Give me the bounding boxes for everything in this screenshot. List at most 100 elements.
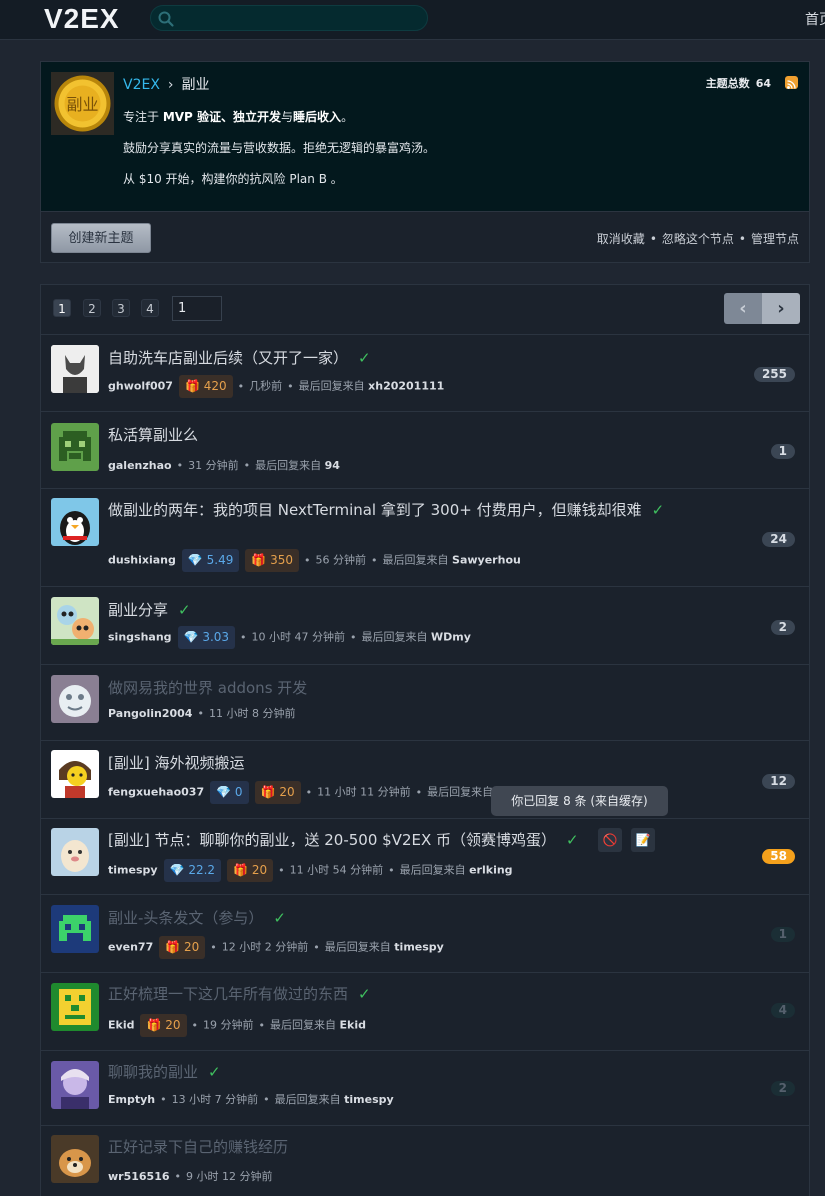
page-jump-input[interactable]: 1 (172, 296, 222, 321)
reply-count[interactable]: 12 (762, 774, 795, 789)
topic-title-text[interactable]: 正好记录下自己的赚钱经历 (108, 1138, 288, 1156)
topic-time: 19 分钟前 (203, 1018, 254, 1032)
gift-value: 20 (279, 785, 295, 799)
reply-count[interactable]: 1 (770, 927, 795, 942)
topic-time: 9 小时 12 分钟前 (186, 1170, 273, 1183)
coin-text: 副业 (66, 95, 98, 114)
topic-meta: fengxuehao037 💎 0 🎁 20 • 11 小时 11 分钟前 • 最后回复来自 (108, 781, 493, 804)
topic-title-text[interactable]: [副业] 海外视频搬运 (108, 754, 244, 772)
site-logo[interactable]: V2EX (44, 3, 120, 35)
topic-author[interactable]: Emptyh (108, 1093, 155, 1106)
topic-author[interactable]: fengxuehao037 (108, 786, 204, 799)
ignore-node-link[interactable]: 忽略这个节点 (662, 232, 734, 246)
reply-tooltip: 你已回复 8 条 (来自缓存) (491, 786, 668, 816)
topic-title-text[interactable]: 副业分享 (108, 601, 168, 619)
topic-title-text[interactable]: 做网易我的世界 addons 开发 (108, 679, 307, 697)
create-topic-button[interactable]: 创建新主题 (51, 223, 151, 253)
topic-title-text[interactable]: 正好梳理一下这几年所有做过的东西 (108, 985, 348, 1003)
reply-count[interactable]: 4 (770, 1003, 795, 1018)
avatar[interactable] (51, 828, 99, 876)
avatar[interactable] (51, 675, 99, 723)
search-input[interactable] (150, 5, 428, 31)
reply-count[interactable]: 24 (762, 532, 795, 547)
last-reply-user[interactable]: timespy (394, 941, 444, 954)
last-reply-user[interactable]: erlking (469, 864, 512, 877)
topic-author[interactable]: dushixiang (108, 554, 176, 567)
topic-title-text[interactable]: [副业] 节点：聊聊你的副业，送 20-500 $V2EX 币（领赛博鸡蛋） (108, 831, 556, 849)
topic-author[interactable]: even77 (108, 941, 153, 954)
topic-time: 11 小时 54 分钟前 (289, 863, 384, 877)
topic-title-text[interactable]: 自助洗车店副业后续（又开了一家） (108, 349, 348, 367)
topic-author[interactable]: ghwolf007 (108, 380, 173, 393)
reply-count[interactable]: 2 (770, 1081, 795, 1096)
desc-text: 专注于 (123, 110, 163, 124)
page-3[interactable]: 3 (112, 299, 130, 317)
topic-title[interactable]: 正好梳理一下这几年所有做过的东西 ✓ (108, 983, 371, 1004)
block-icon[interactable]: 🚫 (598, 828, 622, 852)
last-reply-user[interactable]: Ekid (340, 1019, 366, 1032)
nav-home-link[interactable]: 首页 (805, 9, 825, 29)
topic-author[interactable]: singshang (108, 631, 172, 644)
next-page-button[interactable]: › (762, 293, 800, 324)
reply-count[interactable]: 58 (762, 849, 795, 864)
last-reply-user[interactable]: Sawyerhou (452, 554, 521, 567)
topic-title-text[interactable]: 副业-头条发文（参与） (108, 909, 263, 927)
topic-title[interactable]: 聊聊我的副业 ✓ (108, 1061, 221, 1082)
last-reply-user[interactable]: 94 (325, 459, 340, 472)
topic-title-text[interactable]: 聊聊我的副业 (108, 1063, 198, 1081)
topic-title[interactable]: 自助洗车店副业后续（又开了一家） ✓ (108, 347, 371, 368)
reply-count[interactable]: 2 (770, 620, 795, 635)
reply-count[interactable]: 1 (770, 444, 795, 459)
note-icon[interactable]: 📝 (631, 828, 655, 852)
topic-author[interactable]: Pangolin2004 (108, 707, 192, 720)
breadcrumb-current: 副业 (181, 77, 210, 93)
topic-author[interactable]: timespy (108, 864, 158, 877)
node-head: 副业 V2EX › 副业 主题总数 64 专注于 MVP 验证、独立开发与睡后收入。 … (41, 62, 809, 212)
page-2[interactable]: 2 (83, 299, 101, 317)
last-reply-user[interactable]: WDmy (431, 631, 471, 644)
topic-author[interactable]: wr516516 (108, 1170, 170, 1183)
topic-title[interactable]: 正好记录下自己的赚钱经历 (108, 1136, 288, 1157)
unfavorite-link[interactable]: 取消收藏 (597, 232, 645, 246)
check-icon: ✓ (208, 1063, 221, 1081)
breadcrumb-home-link[interactable]: V2EX (123, 77, 160, 93)
last-reply-user[interactable]: xh20201111 (368, 380, 444, 393)
topic-row: [副业] 海外视频搬运 fengxuehao037 💎 0 🎁 20 • 11 小时 1… (41, 741, 809, 819)
gem-icon: 💎 (216, 785, 232, 799)
avatar[interactable] (51, 750, 99, 798)
avatar[interactable] (51, 1061, 99, 1109)
avatar[interactable] (51, 345, 99, 393)
avatar[interactable] (51, 498, 99, 546)
topic-title[interactable]: 副业分享 ✓ (108, 599, 191, 620)
avatar[interactable] (51, 905, 99, 953)
reply-count[interactable]: 255 (753, 367, 795, 382)
topic-row: 做网易我的世界 addons 开发 Pangolin2004 • 11 小时 8 分… (41, 665, 809, 741)
topic-title[interactable]: 做网易我的世界 addons 开发 (108, 677, 307, 698)
manage-node-link[interactable]: 管理节点 (751, 232, 799, 246)
topic-time: 12 小时 2 分钟前 (221, 940, 309, 954)
topic-author[interactable]: galenzhao (108, 459, 172, 472)
topic-title[interactable]: [副业] 节点：聊聊你的副业，送 20-500 $V2EX 币（领赛博鸡蛋） ✓ (108, 829, 579, 850)
avatar[interactable] (51, 597, 99, 645)
topic-title[interactable]: 私活算副业么 (108, 424, 198, 445)
last-reply-label: 最后回复来自 (361, 630, 428, 644)
topic-author[interactable]: Ekid (108, 1019, 134, 1032)
prev-page-button[interactable]: ‹ (724, 293, 762, 324)
topic-title-text[interactable]: 做副业的两年：我的项目 NextTerminal 拿到了 300+ 付费用户，但… (108, 501, 642, 519)
topic-title-text[interactable]: 私活算副业么 (108, 426, 198, 444)
topic-title[interactable]: 副业-头条发文（参与） ✓ (108, 907, 286, 928)
avatar[interactable] (51, 983, 99, 1031)
topic-title[interactable]: [副业] 海外视频搬运 (108, 752, 244, 773)
page-4[interactable]: 4 (141, 299, 159, 317)
topic-row: 副业-头条发文（参与） ✓ even77 🎁 20 • 12 小时 2 分钟前 • 最后回复… (41, 895, 809, 973)
avatar[interactable] (51, 1135, 99, 1183)
top-bar: V2EX 首页 (0, 0, 825, 40)
topic-row: [副业] 节点：聊聊你的副业，送 20-500 $V2EX 币（领赛博鸡蛋） ✓ … (41, 819, 809, 895)
page-1[interactable]: 1 (53, 299, 71, 317)
last-reply-user[interactable]: timespy (344, 1093, 394, 1106)
topic-title[interactable]: 做副业的两年：我的项目 NextTerminal 拿到了 300+ 付费用户，但… (108, 499, 664, 520)
avatar[interactable] (51, 423, 99, 471)
node-header-box: 副业 V2EX › 副业 主题总数 64 专注于 MVP 验证、独立开发与睡后收入。 … (40, 61, 810, 263)
gem-value: 0 (234, 785, 243, 799)
rss-icon[interactable] (785, 76, 798, 89)
